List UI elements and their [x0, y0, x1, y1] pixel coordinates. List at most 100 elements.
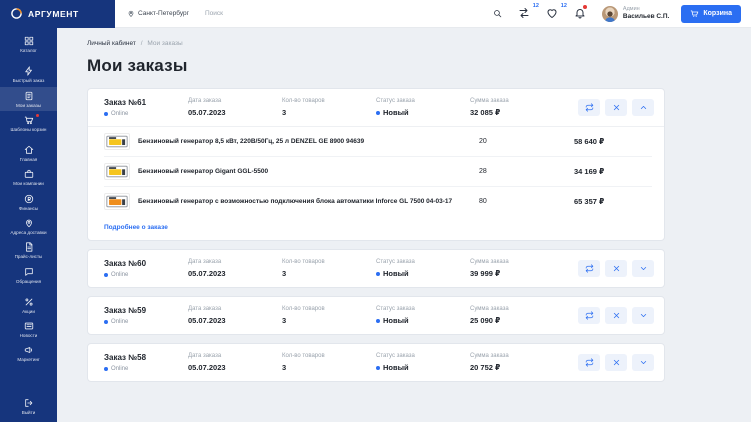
- order-item-row: Бензиновый генератор с возможностью подк…: [104, 187, 652, 216]
- cancel-order-button[interactable]: [605, 307, 627, 324]
- chevron-down-icon: [640, 106, 646, 109]
- sidebar-item-promotions[interactable]: Акции: [0, 293, 57, 317]
- order-status-col: Статус заказа Новый: [376, 259, 470, 278]
- chevron-down-icon: [640, 314, 646, 317]
- product-name[interactable]: Бензиновый генератор с возможностью подк…: [138, 198, 479, 205]
- online-status-dot: [104, 112, 108, 116]
- toggle-order-button[interactable]: [632, 354, 654, 371]
- repeat-order-button[interactable]: [578, 307, 600, 324]
- product-quantity: 28: [479, 168, 487, 175]
- sidebar-item-label: Акции: [22, 308, 35, 314]
- order-id-block: Заказ №58 Online: [104, 353, 188, 372]
- order-sum-col: Сумма заказа 39 999 ₽: [470, 259, 564, 278]
- sidebar-item-finance[interactable]: Финансы: [0, 190, 57, 214]
- order-actions: [578, 307, 654, 324]
- sidebar-item-news[interactable]: Новости: [0, 317, 57, 341]
- repeat-order-button[interactable]: [578, 99, 600, 116]
- product-quantity: 20: [479, 138, 487, 145]
- sidebar-item-my-companies[interactable]: Мои компании: [0, 165, 57, 189]
- cart-button[interactable]: Корзина: [681, 4, 741, 23]
- order-number: Заказ №58: [104, 353, 147, 362]
- favorites-button[interactable]: 12: [546, 3, 567, 20]
- order-status-value: Новый: [383, 269, 409, 278]
- compare-button[interactable]: 12: [518, 3, 539, 20]
- order-date-label: Дата заказа: [188, 259, 222, 265]
- orders-list: Заказ №61 Online Дата заказа 05.07.2023 …: [87, 88, 751, 382]
- cart-icon: [691, 10, 699, 17]
- breadcrumb: Личный кабинет / Мои заказы: [87, 40, 751, 47]
- sidebar-item-my-orders[interactable]: Мои заказы: [0, 86, 57, 111]
- cancel-order-button[interactable]: [605, 354, 627, 371]
- order-qty-col: Кол-во товаров 3: [282, 353, 376, 372]
- sidebar-item-label: Адреса доставки: [10, 229, 47, 235]
- sidebar-item-label: Шаблоны корзин: [10, 126, 47, 132]
- city-selector[interactable]: Санкт-Петербург: [127, 9, 189, 18]
- order-date-value: 05.07.2023: [188, 363, 226, 372]
- order-status-value-block: Новый: [376, 316, 470, 325]
- notifications-button[interactable]: [574, 5, 587, 20]
- order-details-link[interactable]: Подробнее о заказе: [104, 224, 168, 231]
- breadcrumb-home[interactable]: Личный кабинет: [87, 40, 136, 47]
- sidebar-item-icon: [24, 321, 34, 331]
- cancel-order-button[interactable]: [605, 99, 627, 116]
- order-sum-col: Сумма заказа 20 752 ₽: [470, 353, 564, 372]
- status-dot: [376, 271, 380, 276]
- chat-icon: [24, 267, 33, 276]
- repeat-order-button[interactable]: [578, 260, 600, 277]
- order-status-label: Статус заказа: [376, 306, 415, 312]
- order-channel-block: Online: [104, 366, 188, 372]
- search-input[interactable]: [204, 7, 493, 20]
- order-date-col: Дата заказа 05.07.2023: [188, 306, 282, 325]
- toggle-order-button[interactable]: [632, 307, 654, 324]
- cancel-order-button[interactable]: [605, 260, 627, 277]
- sidebar-item-price-lists[interactable]: Прайс-листы: [0, 238, 57, 262]
- notifications-dot-badge: [582, 5, 587, 9]
- sidebar-item-quick-order[interactable]: Быстрый заказ: [0, 62, 57, 86]
- sidebar-item-icon: [24, 345, 34, 355]
- order-qty-value: 3: [282, 108, 287, 117]
- brand-logo[interactable]: АРГУМЕНТ: [0, 0, 115, 28]
- compare-icon: [519, 8, 529, 18]
- sidebar-item-delivery-addresses[interactable]: Адреса доставки: [0, 214, 57, 238]
- sidebar-item-icon: [24, 242, 34, 252]
- order-channel: Online: [111, 319, 129, 325]
- toggle-order-button[interactable]: [632, 99, 654, 116]
- order-qty-col: Кол-во товаров 3: [282, 259, 376, 278]
- repeat-order-button[interactable]: [578, 354, 600, 371]
- order-header: Заказ №60 Online Дата заказа 05.07.2023 …: [88, 250, 664, 287]
- sidebar-item-home[interactable]: Главная: [0, 141, 57, 165]
- search-bar: [204, 7, 502, 20]
- order-sum-value: 25 090 ₽: [470, 316, 501, 325]
- sidebar-item-icon: [24, 36, 34, 46]
- order-date-col: Дата заказа 05.07.2023: [188, 259, 282, 278]
- sidebar-item-icon: [24, 267, 34, 277]
- status-dot: [376, 110, 380, 115]
- product-name[interactable]: Бензиновый генератор Gigant GGL-5500: [138, 168, 479, 175]
- sidebar-item-label: Прайс-листы: [14, 254, 43, 260]
- main-content: Личный кабинет / Мои заказы Мои заказы З…: [57, 28, 751, 422]
- order-sum-value: 39 999 ₽: [470, 269, 501, 278]
- favorites-count-badge: 12: [560, 3, 567, 9]
- sidebar-item-catalog[interactable]: Каталог: [0, 32, 57, 56]
- finance-icon: [24, 194, 33, 203]
- sidebar-item-cart-templates[interactable]: Шаблоны корзин: [0, 111, 57, 135]
- toggle-order-button[interactable]: [632, 260, 654, 277]
- sidebar-item-label: Мои заказы: [16, 102, 41, 108]
- order-item-row: Бензиновый генератор Gigant GGL-5500 28 …: [104, 157, 652, 187]
- repeat-icon: [585, 103, 593, 112]
- order-actions: [578, 354, 654, 371]
- product-name[interactable]: Бензиновый генератор 8,5 кВт, 220В/50Гц,…: [138, 138, 479, 145]
- order-qty-col: Кол-во товаров 3: [282, 98, 376, 117]
- product-price: 65 357 ₽: [574, 197, 605, 206]
- sidebar-item-logout[interactable]: Выйти: [0, 394, 57, 418]
- sidebar-item-icon: [24, 297, 34, 307]
- sidebar-item-support[interactable]: Обращения: [0, 263, 57, 287]
- sidebar-item-marketing[interactable]: Маркетинг: [0, 341, 57, 365]
- user-menu[interactable]: Админ Васильев С.П.: [601, 5, 669, 22]
- order-header: Заказ №58 Online Дата заказа 05.07.2023 …: [88, 344, 664, 381]
- grid-icon: [24, 36, 33, 46]
- search-icon[interactable]: [493, 9, 502, 18]
- compare-count-badge: 12: [532, 3, 539, 9]
- sidebar-item-label: Каталог: [20, 48, 37, 53]
- order-date-col: Дата заказа 05.07.2023: [188, 98, 282, 117]
